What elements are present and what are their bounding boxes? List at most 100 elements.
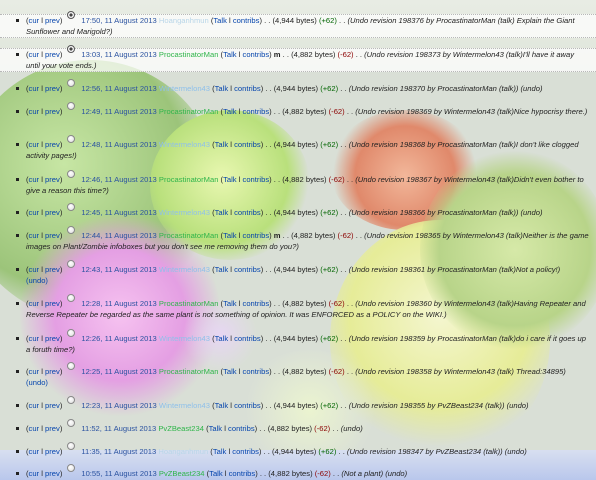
- user-contribs-link[interactable]: contribs: [243, 231, 270, 240]
- compare-radio[interactable]: [67, 45, 75, 53]
- user-contribs-link[interactable]: contribs: [243, 367, 270, 376]
- prev-link[interactable]: prev: [45, 447, 60, 456]
- compare-radio[interactable]: [67, 11, 75, 19]
- compare-radio[interactable]: [67, 260, 75, 268]
- user-talk-link[interactable]: Talk: [213, 16, 227, 25]
- prev-link[interactable]: prev: [45, 175, 60, 184]
- compare-radio[interactable]: [67, 135, 75, 143]
- cur-link[interactable]: cur: [29, 84, 40, 93]
- user-talk-link[interactable]: Talk: [209, 424, 223, 433]
- user-talk-link[interactable]: Talk: [223, 175, 237, 184]
- revision-date-link[interactable]: 12:28, 11 August 2013: [81, 299, 156, 308]
- cur-link[interactable]: cur: [29, 231, 40, 240]
- cur-link[interactable]: cur: [29, 447, 40, 456]
- user-contribs-link[interactable]: contribs: [243, 50, 270, 59]
- user-talk-link[interactable]: Talk: [215, 334, 229, 343]
- user-contribs-link[interactable]: contribs: [234, 401, 261, 410]
- user-link[interactable]: PvZBeast234: [158, 424, 204, 433]
- prev-link[interactable]: prev: [45, 401, 60, 410]
- user-link[interactable]: Hoanganhmun: [159, 16, 209, 25]
- revision-date-link[interactable]: 12:43, 11 August 2013: [81, 265, 156, 274]
- compare-radio[interactable]: [67, 464, 75, 472]
- user-link[interactable]: ProcastinatorMan: [159, 107, 219, 116]
- prev-link[interactable]: prev: [45, 469, 60, 478]
- revision-date-link[interactable]: 12:56, 11 August 2013: [81, 84, 156, 93]
- user-link[interactable]: Hoanganhmun: [158, 447, 208, 456]
- compare-radio[interactable]: [67, 294, 75, 302]
- user-contribs-link[interactable]: contribs: [234, 334, 261, 343]
- user-talk-link[interactable]: Talk: [223, 299, 237, 308]
- compare-radio[interactable]: [67, 362, 75, 370]
- revision-date-link[interactable]: 12:44, 11 August 2013: [81, 231, 156, 240]
- revision-date-link[interactable]: 17:50, 11 August 2013: [81, 16, 156, 25]
- cur-link[interactable]: cur: [29, 334, 40, 343]
- prev-link[interactable]: prev: [45, 140, 60, 149]
- user-contribs-link[interactable]: contribs: [228, 424, 255, 433]
- user-link[interactable]: Wintermelon43: [159, 140, 210, 149]
- user-contribs-link[interactable]: contribs: [232, 447, 259, 456]
- user-link[interactable]: Wintermelon43: [159, 401, 210, 410]
- compare-radio[interactable]: [67, 170, 75, 178]
- prev-link[interactable]: prev: [45, 84, 60, 93]
- user-talk-link[interactable]: Talk: [215, 401, 229, 410]
- user-contribs-link[interactable]: contribs: [233, 16, 260, 25]
- cur-link[interactable]: cur: [29, 208, 40, 217]
- cur-link[interactable]: cur: [29, 107, 40, 116]
- compare-radio[interactable]: [67, 102, 75, 110]
- compare-radio[interactable]: [67, 203, 75, 211]
- user-contribs-link[interactable]: contribs: [243, 175, 270, 184]
- user-link[interactable]: Wintermelon43: [159, 265, 210, 274]
- user-link[interactable]: ProcastinatorMan: [159, 299, 219, 308]
- cur-link[interactable]: cur: [29, 16, 40, 25]
- prev-link[interactable]: prev: [45, 424, 60, 433]
- compare-radio[interactable]: [67, 442, 75, 450]
- user-link[interactable]: Wintermelon43: [159, 84, 210, 93]
- user-talk-link[interactable]: Talk: [215, 84, 229, 93]
- user-link[interactable]: Wintermelon43: [159, 334, 210, 343]
- user-talk-link[interactable]: Talk: [215, 140, 229, 149]
- prev-link[interactable]: prev: [45, 231, 60, 240]
- user-contribs-link[interactable]: contribs: [234, 84, 261, 93]
- prev-link[interactable]: prev: [45, 16, 60, 25]
- user-link[interactable]: Wintermelon43: [159, 208, 210, 217]
- user-link[interactable]: ProcastinatorMan: [159, 175, 219, 184]
- revision-date-link[interactable]: 12:23, 11 August 2013: [81, 401, 156, 410]
- revision-date-link[interactable]: 12:45, 11 August 2013: [81, 208, 156, 217]
- compare-radio[interactable]: [67, 396, 75, 404]
- user-link[interactable]: ProcastinatorMan: [159, 50, 219, 59]
- cur-link[interactable]: cur: [29, 299, 40, 308]
- user-link[interactable]: ProcastinatorMan: [159, 367, 219, 376]
- cur-link[interactable]: cur: [29, 50, 40, 59]
- user-contribs-link[interactable]: contribs: [229, 469, 256, 478]
- user-contribs-link[interactable]: contribs: [243, 299, 270, 308]
- undo-link[interactable]: (undo): [26, 276, 48, 285]
- revision-date-link[interactable]: 12:49, 11 August 2013: [81, 107, 156, 116]
- prev-link[interactable]: prev: [45, 208, 60, 217]
- user-link[interactable]: PvZBeast234: [159, 469, 205, 478]
- user-talk-link[interactable]: Talk: [223, 231, 237, 240]
- prev-link[interactable]: prev: [45, 50, 60, 59]
- revision-date-link[interactable]: 12:48, 11 August 2013: [81, 140, 156, 149]
- prev-link[interactable]: prev: [45, 265, 60, 274]
- cur-link[interactable]: cur: [29, 265, 40, 274]
- cur-link[interactable]: cur: [29, 140, 40, 149]
- prev-link[interactable]: prev: [45, 334, 60, 343]
- user-contribs-link[interactable]: contribs: [243, 107, 270, 116]
- user-talk-link[interactable]: Talk: [215, 265, 229, 274]
- user-contribs-link[interactable]: contribs: [234, 140, 261, 149]
- cur-link[interactable]: cur: [29, 367, 40, 376]
- compare-radio[interactable]: [67, 79, 75, 87]
- revision-date-link[interactable]: 11:52, 11 August 2013: [81, 424, 156, 433]
- revision-date-link[interactable]: 11:35, 11 August 2013: [81, 447, 156, 456]
- revision-date-link[interactable]: 13:03, 11 August 2013: [81, 50, 156, 59]
- compare-radio[interactable]: [67, 329, 75, 337]
- user-talk-link[interactable]: Talk: [215, 208, 229, 217]
- prev-link[interactable]: prev: [45, 367, 60, 376]
- cur-link[interactable]: cur: [29, 469, 40, 478]
- user-talk-link[interactable]: Talk: [223, 367, 237, 376]
- compare-radio[interactable]: [67, 419, 75, 427]
- prev-link[interactable]: prev: [45, 107, 60, 116]
- revision-date-link[interactable]: 12:26, 11 August 2013: [81, 334, 156, 343]
- undo-link[interactable]: (undo): [26, 378, 48, 387]
- user-talk-link[interactable]: Talk: [209, 469, 223, 478]
